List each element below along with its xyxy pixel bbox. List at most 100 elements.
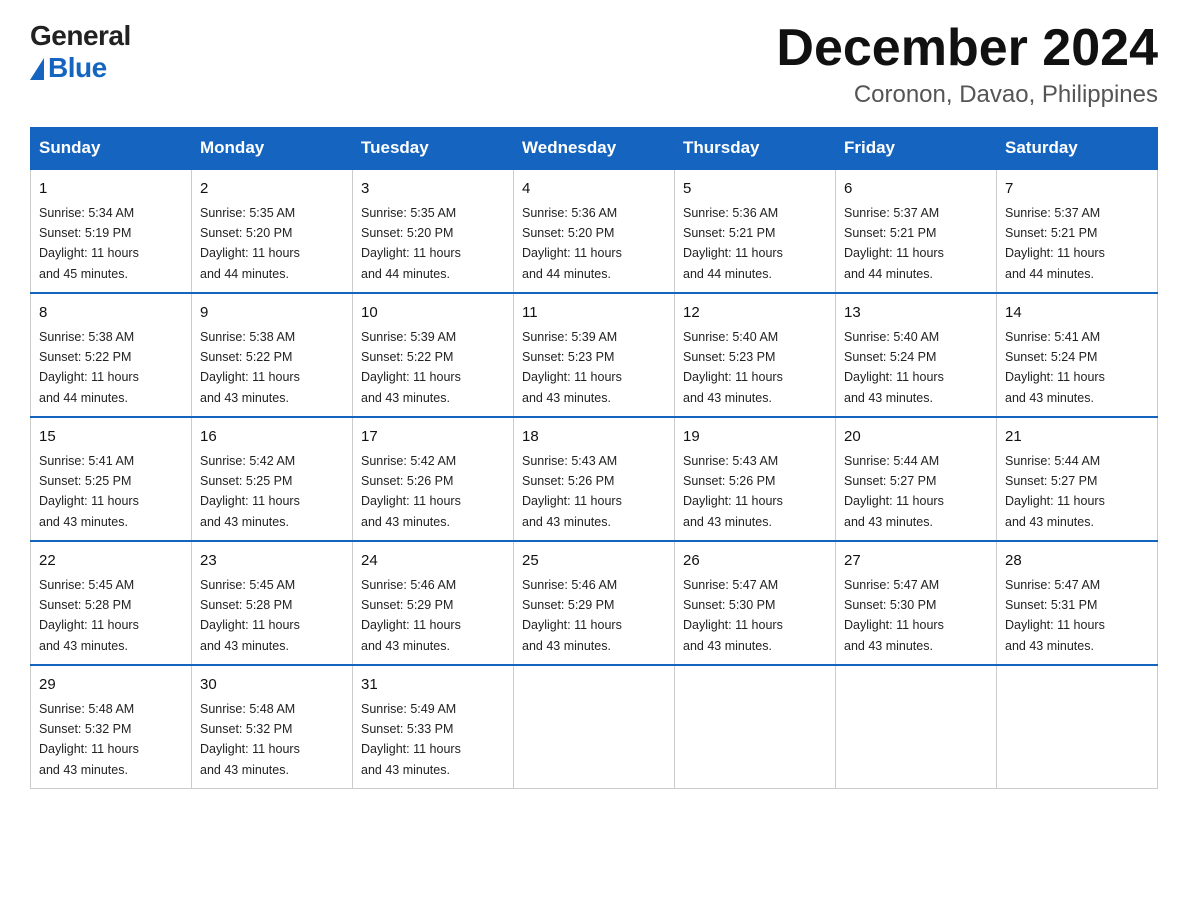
day-number: 21 [1005, 426, 1149, 449]
calendar-cell: 1 Sunrise: 5:34 AMSunset: 5:19 PMDayligh… [31, 169, 192, 293]
day-number: 25 [522, 550, 666, 573]
calendar-cell: 21 Sunrise: 5:44 AMSunset: 5:27 PMDaylig… [997, 417, 1158, 541]
page-header: General Blue December 2024 Coronon, Dava… [30, 20, 1158, 109]
day-number: 4 [522, 178, 666, 201]
day-number: 6 [844, 178, 988, 201]
day-info: Sunrise: 5:46 AMSunset: 5:29 PMDaylight:… [361, 578, 461, 653]
day-info: Sunrise: 5:47 AMSunset: 5:30 PMDaylight:… [844, 578, 944, 653]
day-number: 7 [1005, 178, 1149, 201]
day-number: 30 [200, 674, 344, 697]
calendar-week-row: 1 Sunrise: 5:34 AMSunset: 5:19 PMDayligh… [31, 169, 1158, 293]
day-info: Sunrise: 5:43 AMSunset: 5:26 PMDaylight:… [522, 454, 622, 529]
calendar-table: SundayMondayTuesdayWednesdayThursdayFrid… [30, 127, 1158, 789]
calendar-cell: 24 Sunrise: 5:46 AMSunset: 5:29 PMDaylig… [353, 541, 514, 665]
day-number: 27 [844, 550, 988, 573]
day-number: 12 [683, 302, 827, 325]
day-info: Sunrise: 5:38 AMSunset: 5:22 PMDaylight:… [39, 330, 139, 405]
calendar-cell: 18 Sunrise: 5:43 AMSunset: 5:26 PMDaylig… [514, 417, 675, 541]
calendar-cell: 8 Sunrise: 5:38 AMSunset: 5:22 PMDayligh… [31, 293, 192, 417]
day-info: Sunrise: 5:41 AMSunset: 5:25 PMDaylight:… [39, 454, 139, 529]
day-info: Sunrise: 5:45 AMSunset: 5:28 PMDaylight:… [39, 578, 139, 653]
day-header-wednesday: Wednesday [514, 128, 675, 170]
day-info: Sunrise: 5:35 AMSunset: 5:20 PMDaylight:… [361, 206, 461, 281]
day-info: Sunrise: 5:39 AMSunset: 5:23 PMDaylight:… [522, 330, 622, 405]
day-number: 20 [844, 426, 988, 449]
calendar-cell: 17 Sunrise: 5:42 AMSunset: 5:26 PMDaylig… [353, 417, 514, 541]
calendar-cell: 10 Sunrise: 5:39 AMSunset: 5:22 PMDaylig… [353, 293, 514, 417]
day-header-tuesday: Tuesday [353, 128, 514, 170]
day-number: 2 [200, 178, 344, 201]
day-header-saturday: Saturday [997, 128, 1158, 170]
calendar-cell [836, 665, 997, 789]
day-info: Sunrise: 5:48 AMSunset: 5:32 PMDaylight:… [200, 702, 300, 777]
calendar-cell: 29 Sunrise: 5:48 AMSunset: 5:32 PMDaylig… [31, 665, 192, 789]
logo-general-text: General [30, 20, 131, 52]
day-number: 13 [844, 302, 988, 325]
day-number: 24 [361, 550, 505, 573]
day-header-thursday: Thursday [675, 128, 836, 170]
calendar-week-row: 22 Sunrise: 5:45 AMSunset: 5:28 PMDaylig… [31, 541, 1158, 665]
calendar-cell: 9 Sunrise: 5:38 AMSunset: 5:22 PMDayligh… [192, 293, 353, 417]
day-number: 28 [1005, 550, 1149, 573]
calendar-week-row: 8 Sunrise: 5:38 AMSunset: 5:22 PMDayligh… [31, 293, 1158, 417]
calendar-cell: 11 Sunrise: 5:39 AMSunset: 5:23 PMDaylig… [514, 293, 675, 417]
day-info: Sunrise: 5:36 AMSunset: 5:20 PMDaylight:… [522, 206, 622, 281]
day-number: 3 [361, 178, 505, 201]
day-info: Sunrise: 5:44 AMSunset: 5:27 PMDaylight:… [844, 454, 944, 529]
month-year-title: December 2024 [776, 20, 1158, 77]
day-number: 1 [39, 178, 183, 201]
calendar-cell: 3 Sunrise: 5:35 AMSunset: 5:20 PMDayligh… [353, 169, 514, 293]
calendar-cell: 7 Sunrise: 5:37 AMSunset: 5:21 PMDayligh… [997, 169, 1158, 293]
calendar-week-row: 29 Sunrise: 5:48 AMSunset: 5:32 PMDaylig… [31, 665, 1158, 789]
day-info: Sunrise: 5:34 AMSunset: 5:19 PMDaylight:… [39, 206, 139, 281]
day-info: Sunrise: 5:42 AMSunset: 5:26 PMDaylight:… [361, 454, 461, 529]
day-info: Sunrise: 5:47 AMSunset: 5:30 PMDaylight:… [683, 578, 783, 653]
day-info: Sunrise: 5:48 AMSunset: 5:32 PMDaylight:… [39, 702, 139, 777]
logo: General Blue [30, 20, 131, 84]
calendar-cell: 16 Sunrise: 5:42 AMSunset: 5:25 PMDaylig… [192, 417, 353, 541]
calendar-cell [514, 665, 675, 789]
title-block: December 2024 Coronon, Davao, Philippine… [776, 20, 1158, 109]
day-number: 23 [200, 550, 344, 573]
day-header-monday: Monday [192, 128, 353, 170]
day-number: 14 [1005, 302, 1149, 325]
day-info: Sunrise: 5:47 AMSunset: 5:31 PMDaylight:… [1005, 578, 1105, 653]
day-number: 16 [200, 426, 344, 449]
day-info: Sunrise: 5:49 AMSunset: 5:33 PMDaylight:… [361, 702, 461, 777]
day-header-sunday: Sunday [31, 128, 192, 170]
day-number: 29 [39, 674, 183, 697]
day-number: 11 [522, 302, 666, 325]
day-info: Sunrise: 5:35 AMSunset: 5:20 PMDaylight:… [200, 206, 300, 281]
calendar-header-row: SundayMondayTuesdayWednesdayThursdayFrid… [31, 128, 1158, 170]
calendar-cell: 31 Sunrise: 5:49 AMSunset: 5:33 PMDaylig… [353, 665, 514, 789]
calendar-week-row: 15 Sunrise: 5:41 AMSunset: 5:25 PMDaylig… [31, 417, 1158, 541]
day-number: 15 [39, 426, 183, 449]
day-number: 5 [683, 178, 827, 201]
day-info: Sunrise: 5:40 AMSunset: 5:23 PMDaylight:… [683, 330, 783, 405]
calendar-cell: 20 Sunrise: 5:44 AMSunset: 5:27 PMDaylig… [836, 417, 997, 541]
day-number: 19 [683, 426, 827, 449]
calendar-cell: 28 Sunrise: 5:47 AMSunset: 5:31 PMDaylig… [997, 541, 1158, 665]
calendar-cell: 5 Sunrise: 5:36 AMSunset: 5:21 PMDayligh… [675, 169, 836, 293]
day-info: Sunrise: 5:44 AMSunset: 5:27 PMDaylight:… [1005, 454, 1105, 529]
day-header-friday: Friday [836, 128, 997, 170]
calendar-cell: 12 Sunrise: 5:40 AMSunset: 5:23 PMDaylig… [675, 293, 836, 417]
calendar-cell: 26 Sunrise: 5:47 AMSunset: 5:30 PMDaylig… [675, 541, 836, 665]
calendar-cell: 2 Sunrise: 5:35 AMSunset: 5:20 PMDayligh… [192, 169, 353, 293]
calendar-cell: 30 Sunrise: 5:48 AMSunset: 5:32 PMDaylig… [192, 665, 353, 789]
day-number: 8 [39, 302, 183, 325]
day-info: Sunrise: 5:45 AMSunset: 5:28 PMDaylight:… [200, 578, 300, 653]
day-number: 17 [361, 426, 505, 449]
day-number: 9 [200, 302, 344, 325]
day-info: Sunrise: 5:42 AMSunset: 5:25 PMDaylight:… [200, 454, 300, 529]
day-info: Sunrise: 5:40 AMSunset: 5:24 PMDaylight:… [844, 330, 944, 405]
calendar-cell: 27 Sunrise: 5:47 AMSunset: 5:30 PMDaylig… [836, 541, 997, 665]
calendar-cell: 15 Sunrise: 5:41 AMSunset: 5:25 PMDaylig… [31, 417, 192, 541]
day-number: 10 [361, 302, 505, 325]
calendar-cell: 25 Sunrise: 5:46 AMSunset: 5:29 PMDaylig… [514, 541, 675, 665]
day-info: Sunrise: 5:39 AMSunset: 5:22 PMDaylight:… [361, 330, 461, 405]
logo-triangle-icon [30, 58, 44, 80]
day-info: Sunrise: 5:37 AMSunset: 5:21 PMDaylight:… [1005, 206, 1105, 281]
day-info: Sunrise: 5:41 AMSunset: 5:24 PMDaylight:… [1005, 330, 1105, 405]
day-number: 22 [39, 550, 183, 573]
